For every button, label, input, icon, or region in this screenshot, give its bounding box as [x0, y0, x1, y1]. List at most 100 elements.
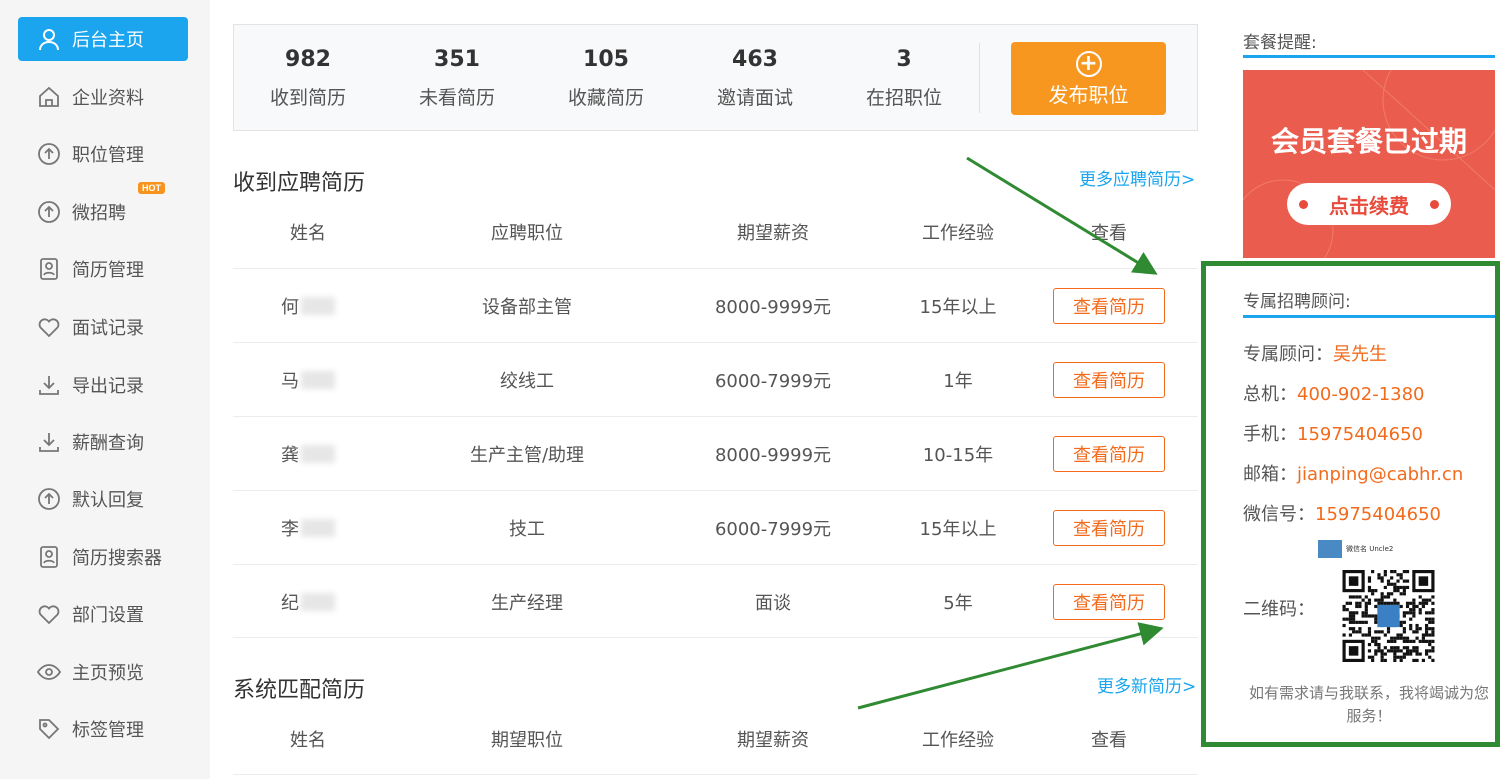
stat-value: 982 — [285, 47, 331, 72]
view-resume-button[interactable]: 查看简历 — [1053, 361, 1165, 398]
redacted-name — [301, 370, 335, 389]
received-table-header: 姓名 应聘职位 期望薪资 工作经验 查看 — [233, 212, 1198, 252]
work-experience: 15年以上 — [919, 518, 997, 540]
col-salary: 期望薪资 — [737, 223, 809, 244]
renew-label: 点击续费 — [1329, 193, 1409, 218]
sidebar-item-label: 微招聘 — [72, 203, 126, 224]
col-view: 查看 — [1091, 223, 1127, 244]
stats-bar: 982 收到简历 351 未看简历 105 收藏简历 463 邀请面试 3 在招职位 + … — [233, 24, 1198, 131]
expected-salary: 8000-9999元 — [714, 444, 832, 466]
redacted-name — [301, 518, 335, 537]
applied-position: 生产经理 — [491, 592, 563, 614]
table-row: 纪 生产经理 面谈 5年 查看简历 — [233, 564, 1198, 638]
sidebar-item[interactable]: 导出记录 — [18, 363, 188, 407]
matched-section-title: 系统匹配简历 — [233, 678, 366, 703]
resume-icon — [36, 544, 62, 570]
stat-favorites[interactable]: 105 收藏简历 — [546, 47, 666, 110]
home-icon — [36, 84, 62, 110]
candidate-name: 何 — [253, 269, 363, 342]
tag-icon — [36, 716, 62, 742]
upload-icon — [36, 486, 62, 512]
col-name: 姓名 — [290, 730, 326, 751]
stat-received[interactable]: 982 收到简历 — [248, 47, 368, 110]
sidebar-item[interactable]: 简历管理 — [18, 247, 188, 291]
package-expired-banner[interactable]: 会员套餐已过期 点击续费 — [1243, 70, 1495, 258]
sidebar-item[interactable]: 后台主页 — [18, 17, 188, 61]
view-cell: 查看简历 — [1053, 491, 1165, 564]
view-cell: 查看简历 — [1053, 565, 1165, 638]
publish-job-button[interactable]: + 发布职位 — [1011, 42, 1166, 115]
table-row: 李 技工 6000-7999元 15年以上 查看简历 — [233, 490, 1198, 564]
download-icon — [36, 372, 62, 398]
sidebar-item-label: 职位管理 — [72, 145, 144, 166]
stat-interviews[interactable]: 463 邀请面试 — [695, 47, 815, 110]
stat-value: 3 — [896, 47, 912, 72]
col-name: 姓名 — [290, 223, 326, 244]
candidate-name: 龚 — [253, 417, 363, 490]
sidebar-item[interactable]: 微招聘 HOT — [18, 182, 188, 234]
stat-label: 未看简历 — [418, 87, 495, 109]
sidebar-item[interactable]: 面试记录 — [18, 305, 188, 349]
upload-icon — [36, 141, 62, 167]
candidate-name: 纪 — [253, 565, 363, 638]
sidebar-item-label: 企业资料 — [72, 88, 144, 109]
plus-circle-icon: + — [1075, 51, 1102, 77]
stat-label: 收藏简历 — [567, 87, 644, 109]
sidebar-item[interactable]: 简历搜索器 — [18, 535, 188, 579]
matched-table-header: 姓名 期望职位 期望薪资 工作经验 查看 — [233, 719, 1198, 759]
more-received-link[interactable]: 更多应聘简历> — [1079, 165, 1195, 190]
expected-salary: 8000-9999元 — [714, 296, 832, 318]
applied-position: 技工 — [509, 518, 545, 540]
col-position: 应聘职位 — [491, 223, 563, 244]
highlight-box — [1201, 261, 1500, 747]
sidebar-item[interactable]: 主页预览 — [18, 650, 188, 694]
sidebar-item-label: 面试记录 — [72, 318, 144, 339]
stat-unread[interactable]: 351 未看简历 — [397, 47, 517, 110]
view-cell: 查看简历 — [1053, 269, 1165, 342]
banner-pattern — [1243, 70, 1495, 258]
sidebar-item[interactable]: 部门设置 — [18, 592, 188, 636]
candidate-name: 李 — [253, 491, 363, 564]
upload-icon — [36, 199, 62, 225]
download-icon — [36, 429, 62, 455]
work-experience: 10-15年 — [922, 444, 994, 466]
user-icon — [36, 26, 62, 52]
sidebar-item[interactable]: 薪酬查询 — [18, 420, 188, 464]
view-resume-button[interactable]: 查看简历 — [1053, 287, 1165, 324]
view-resume-button[interactable]: 查看简历 — [1053, 583, 1165, 620]
sidebar-item-label: 部门设置 — [72, 605, 144, 626]
sidebar-item[interactable]: 职位管理 — [18, 132, 188, 176]
stat-open-positions[interactable]: 3 在招职位 — [844, 47, 964, 110]
more-matched-link[interactable]: 更多新简历> — [1097, 672, 1196, 697]
sidebar-item[interactable]: 企业资料 — [18, 75, 188, 119]
col-view: 查看 — [1091, 730, 1127, 751]
stat-label: 在招职位 — [865, 87, 942, 109]
sidebar-item-label: 默认回复 — [72, 490, 144, 511]
sidebar-item-label: 简历管理 — [72, 260, 144, 281]
stat-value: 105 — [583, 47, 629, 72]
sidebar-item[interactable]: 标签管理 — [18, 707, 188, 751]
col-position: 期望职位 — [491, 730, 563, 751]
expected-salary: 6000-7999元 — [714, 370, 832, 392]
col-salary: 期望薪资 — [737, 730, 809, 751]
hot-badge: HOT — [138, 182, 165, 194]
package-title: 套餐提醒: — [1243, 33, 1317, 53]
expected-salary: 面谈 — [755, 592, 791, 614]
view-cell: 查看简历 — [1053, 417, 1165, 490]
renew-button[interactable]: 点击续费 — [1287, 183, 1451, 225]
applied-position: 设备部主管 — [482, 296, 572, 318]
dot-icon — [1430, 200, 1439, 209]
redacted-name — [301, 444, 335, 463]
view-resume-button[interactable]: 查看简历 — [1053, 435, 1165, 472]
divider — [979, 43, 980, 113]
view-cell: 查看简历 — [1053, 343, 1165, 416]
col-experience: 工作经验 — [922, 730, 994, 751]
sidebar-item[interactable]: 默认回复 — [18, 477, 188, 521]
sidebar-item-label: 导出记录 — [72, 376, 144, 397]
dot-icon — [1299, 200, 1308, 209]
view-resume-button[interactable]: 查看简历 — [1053, 509, 1165, 546]
work-experience: 15年以上 — [919, 296, 997, 318]
redacted-name — [301, 592, 335, 611]
banner-text: 会员套餐已过期 — [1270, 125, 1467, 158]
expected-salary: 6000-7999元 — [714, 518, 832, 540]
